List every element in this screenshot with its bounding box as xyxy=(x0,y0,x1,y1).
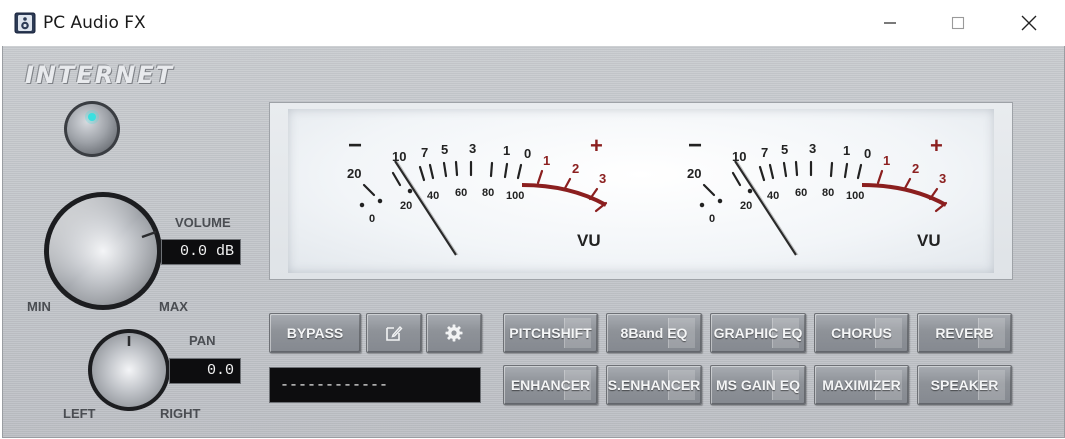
vu-left-scale-10: 10 xyxy=(392,149,406,164)
vu-right-scale-10: 10 xyxy=(732,149,746,164)
vu-right-pct-60: 60 xyxy=(795,187,807,199)
vu-right-scale-plus2: 2 xyxy=(912,161,919,176)
vu-left-pct-40: 40 xyxy=(427,190,439,202)
pan-value-display: 0.0 xyxy=(169,358,241,384)
brand-logo: INTERNET xyxy=(25,61,175,89)
speaker-button[interactable]: SPEAKER xyxy=(917,365,1012,405)
vu-right-scale-plus1: 1 xyxy=(883,153,890,168)
vu-left-pct-60: 60 xyxy=(455,187,467,199)
vu-left-scale-0: 0 xyxy=(524,146,531,161)
bypass-label: BYPASS xyxy=(286,325,344,341)
vu-left-scale-plus3: 3 xyxy=(599,171,606,186)
vu-right-pct-40: 40 xyxy=(767,190,779,202)
vu-left-scale-5: 5 xyxy=(441,142,448,157)
pan-left-label: LEFT xyxy=(63,406,96,421)
volume-value-display: 0.0 dB xyxy=(161,239,241,265)
maximizer-button[interactable]: MAXIMIZER xyxy=(814,365,909,405)
bypass-button[interactable]: BYPASS xyxy=(269,313,361,353)
enhancer-button[interactable]: ENHANCER xyxy=(503,365,598,405)
maximizer-label: MAXIMIZER xyxy=(822,377,901,393)
vu-left-scale-7: 7 xyxy=(421,145,428,160)
reverb-label: REVERB xyxy=(935,325,994,341)
vu-right-scale-0: 0 xyxy=(864,146,871,161)
speaker-label: SPEAKER xyxy=(930,377,999,393)
vu-left-unit: VU xyxy=(577,231,601,250)
vu-right-minus: − xyxy=(688,132,702,159)
volume-min-label: MIN xyxy=(27,299,51,314)
ms-gain-eq-button[interactable]: MS GAIN EQ xyxy=(710,365,806,405)
volume-label: VOLUME xyxy=(175,215,231,230)
vu-right-pct-0: 0 xyxy=(709,213,715,225)
vu-right-scale-5: 5 xyxy=(781,142,788,157)
vu-right-plus: + xyxy=(930,133,943,158)
vu-right-pct-100: 100 xyxy=(846,190,864,202)
vu-right-pct-80: 80 xyxy=(822,187,834,199)
ms-gain-eq-label: MS GAIN EQ xyxy=(715,377,800,393)
vu-left-plus: + xyxy=(590,133,603,158)
vu-left-scale-20: 20 xyxy=(347,166,361,181)
maximize-icon xyxy=(951,16,965,30)
minimize-icon xyxy=(884,22,896,24)
chorus-button[interactable]: CHORUS xyxy=(814,313,909,353)
graphic-eq-button[interactable]: GRAPHIC EQ xyxy=(710,313,806,353)
pan-label: PAN xyxy=(189,333,216,348)
s-enhancer-label: S.ENHANCER xyxy=(607,377,701,393)
plugin-panel: INTERNET VOLUME 0.0 dB MIN MAX PAN 0.0 L… xyxy=(2,46,1065,438)
pitchshift-label: PITCHSHIFT xyxy=(509,325,592,341)
enhancer-label: ENHANCER xyxy=(510,377,591,393)
vu-right-scale-1: 1 xyxy=(843,143,850,158)
edit-button[interactable] xyxy=(366,313,422,353)
preset-display: ------------ xyxy=(269,367,481,403)
vu-meter-right: − + VU 20 10 7 5 3 1 0 1 2 3 0 20 40 60 … xyxy=(687,132,948,256)
minimize-button[interactable] xyxy=(855,0,925,46)
app-speaker-icon xyxy=(14,12,36,34)
edit-icon xyxy=(386,325,403,341)
vu-left-scale-1: 1 xyxy=(503,143,510,158)
graphic-eq-label: GRAPHIC EQ xyxy=(713,325,803,341)
vu-left-scale-plus2: 2 xyxy=(572,161,579,176)
vu-right-scale-20: 20 xyxy=(687,166,701,181)
vu-left-pct-20: 20 xyxy=(400,200,412,212)
chorus-label: CHORUS xyxy=(831,325,892,341)
volume-max-label: MAX xyxy=(159,299,188,314)
window-title: PC Audio FX xyxy=(43,13,146,33)
8band-eq-button[interactable]: 8Band EQ xyxy=(606,313,702,353)
volume-knob[interactable] xyxy=(43,191,163,311)
8band-eq-label: 8Band EQ xyxy=(620,325,688,341)
vu-right-scale-7: 7 xyxy=(761,145,768,160)
vu-left-scale-plus1: 1 xyxy=(543,153,550,168)
vu-left-pct-100: 100 xyxy=(506,190,524,202)
vu-meter-left: − + VU 20 10 7 5 3 1 0 1 2 3 0 20 40 60 … xyxy=(347,132,608,256)
vu-right-scale-plus3: 3 xyxy=(939,171,946,186)
power-button[interactable] xyxy=(63,100,121,158)
vu-left-scale-3: 3 xyxy=(469,141,476,156)
vu-left-pct-80: 80 xyxy=(482,187,494,199)
vu-meters: − + VU 20 10 7 5 3 1 0 1 2 3 0 20 40 60 … xyxy=(347,132,948,256)
vu-meter-panel: − + VU 20 10 7 5 3 1 0 1 2 3 0 20 40 60 … xyxy=(269,102,1013,280)
vu-right-scale-3: 3 xyxy=(809,141,816,156)
vu-left-minus: − xyxy=(348,132,362,159)
s-enhancer-button[interactable]: S.ENHANCER xyxy=(606,365,702,405)
close-icon xyxy=(1021,15,1037,31)
vu-left-pct-0: 0 xyxy=(369,213,375,225)
vu-right-unit: VU xyxy=(917,231,941,250)
gear-icon xyxy=(445,324,463,342)
close-button[interactable] xyxy=(994,0,1064,46)
pitchshift-button[interactable]: PITCHSHIFT xyxy=(503,313,598,353)
title-bar: PC Audio FX xyxy=(0,0,1065,46)
maximize-button[interactable] xyxy=(923,0,993,46)
settings-button[interactable] xyxy=(426,313,482,353)
pan-knob[interactable] xyxy=(87,328,171,412)
reverb-button[interactable]: REVERB xyxy=(917,313,1012,353)
pan-right-label: RIGHT xyxy=(160,406,201,421)
vu-right-pct-20: 20 xyxy=(740,200,752,212)
